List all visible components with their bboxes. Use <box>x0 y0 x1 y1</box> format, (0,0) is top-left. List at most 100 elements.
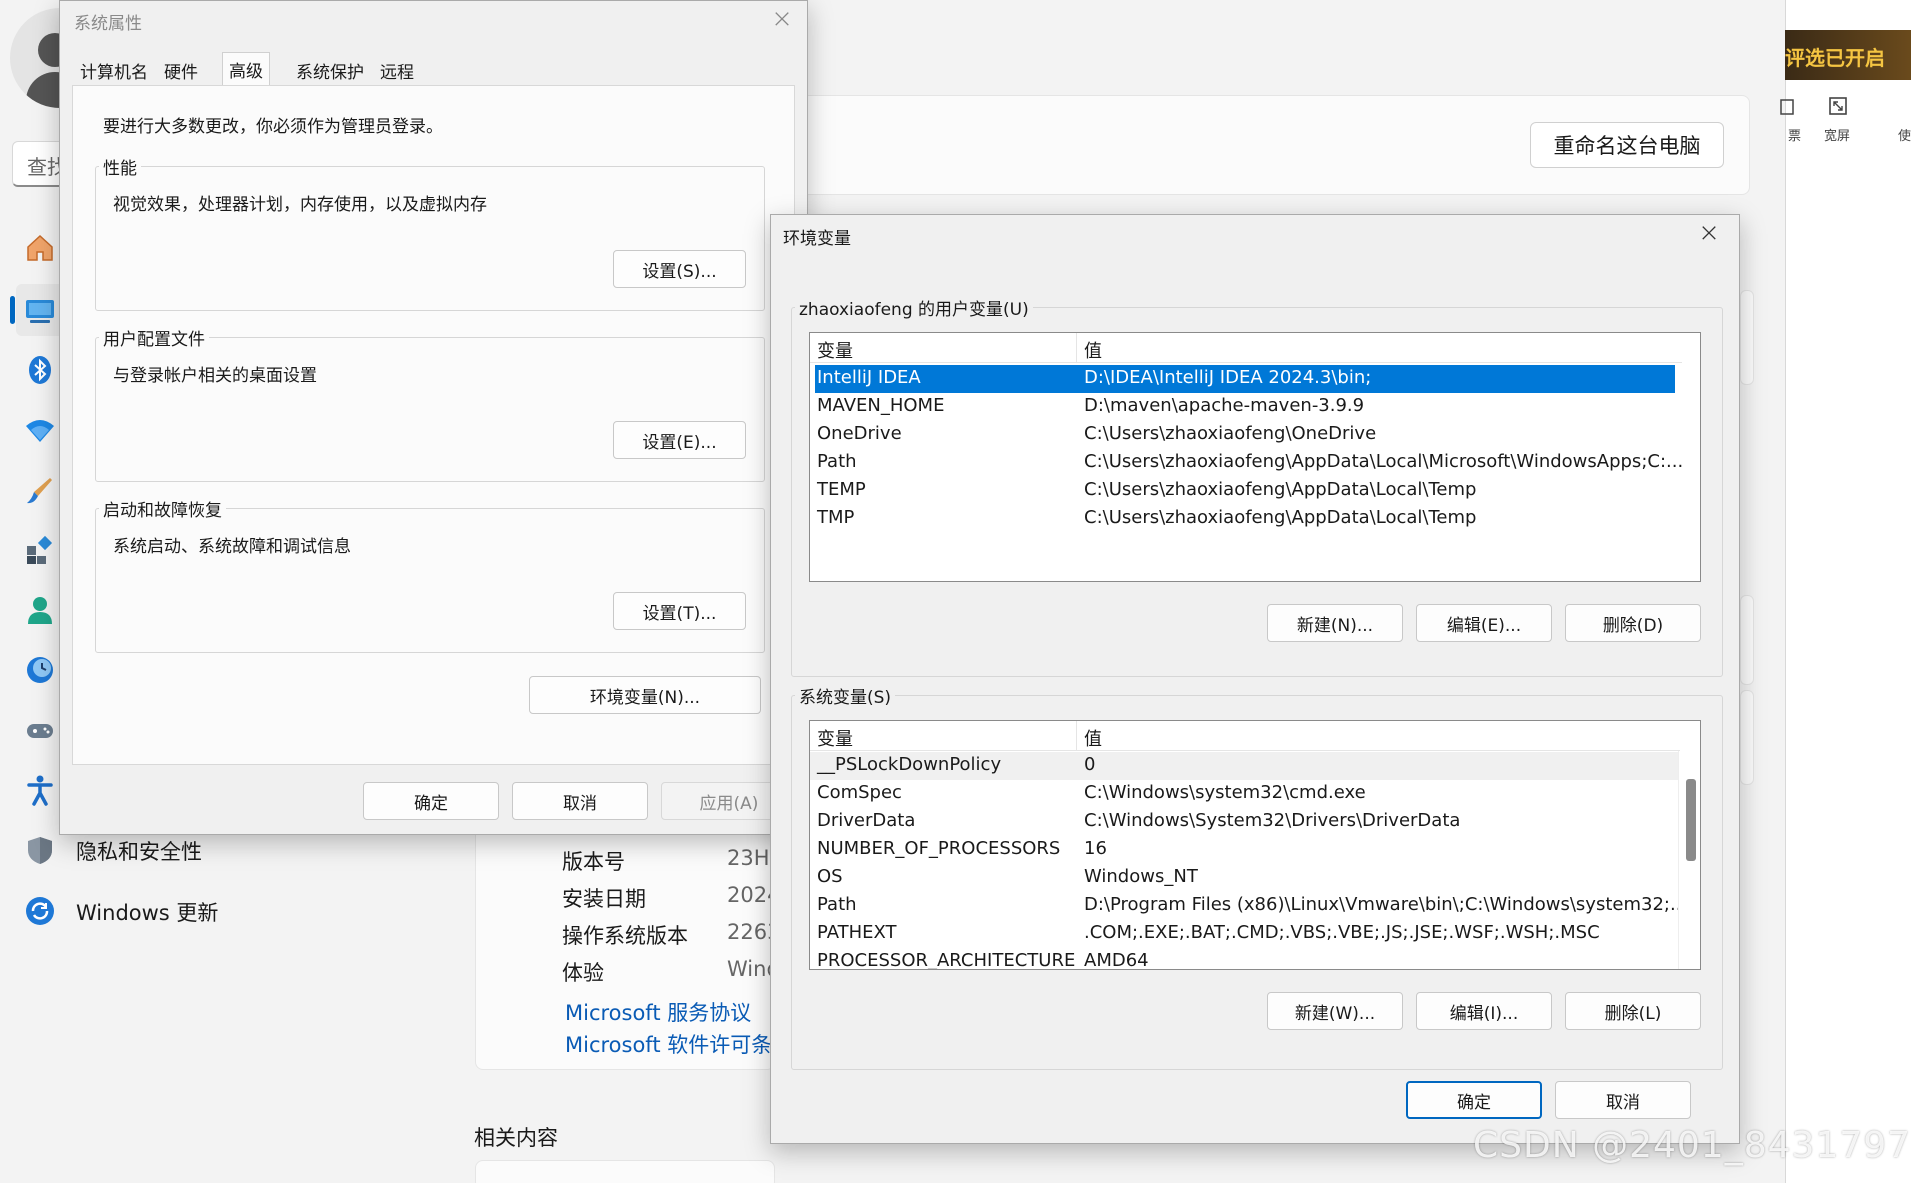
advanced-tab-page: 要进行大多数更改，你必须作为管理员登录。 性能 视觉效果，处理器计划，内存使用，… <box>72 85 795 765</box>
nav-selected-indicator <box>10 296 15 324</box>
related-content-card <box>475 1160 775 1183</box>
user-var-value: C:\Users\zhaoxiaofeng\AppData\Local\Temp <box>1084 479 1477 500</box>
ticket-icon[interactable] <box>1780 98 1794 116</box>
user-profiles-desc: 与登录帐户相关的桌面设置 <box>113 366 317 386</box>
system-var-value: D:\Program Files (x86)\Linux\Vmware\bin\… <box>1084 894 1688 915</box>
system-var-row[interactable]: OS Windows_NT <box>810 864 1678 892</box>
envdlg-title: 环境变量 <box>783 229 851 249</box>
system-col-variable[interactable]: 变量 <box>817 725 853 751</box>
user-profiles-group-label: 用户配置文件 <box>99 325 209 350</box>
time-language-icon[interactable] <box>24 654 56 686</box>
user-var-row[interactable]: Path C:\Users\zhaoxiaofeng\AppData\Local… <box>810 449 1683 477</box>
system-var-row[interactable]: PATHEXT .COM;.EXE;.BAT;.CMD;.VBS;.VBE;.J… <box>810 920 1678 948</box>
network-icon[interactable] <box>24 414 56 446</box>
tab-remote[interactable]: 远程 <box>374 54 420 86</box>
user-var-row[interactable]: TMP C:\Users\zhaoxiaofeng\AppData\Local\… <box>810 505 1682 533</box>
user-variables-label: zhaoxiaofeng 的用户变量(U) <box>795 295 1033 320</box>
sysprop-close-icon[interactable]: × <box>762 1 802 37</box>
system-var-row[interactable]: PROCESSOR_ARCHITECTURE AMD64 <box>810 948 1678 970</box>
user-delete-button[interactable]: 删除(D) <box>1565 604 1701 642</box>
promo-banner[interactable]: 评选已开启 <box>1785 30 1911 80</box>
tab-computer-name[interactable]: 计算机名 <box>74 54 154 86</box>
environment-variables-button[interactable]: 环境变量(N)... <box>529 676 761 714</box>
system-var-row[interactable]: DriverData C:\Windows\System32\Drivers\D… <box>810 808 1678 836</box>
user-var-row[interactable]: TEMP C:\Users\zhaoxiaofeng\AppData\Local… <box>810 477 1682 505</box>
system-variables-list[interactable]: 变量 值 __PSLockDownPolicy 0 ComSpec C:\Win… <box>809 720 1701 970</box>
system-var-value: .COM;.EXE;.BAT;.CMD;.VBS;.VBE;.JS;.JSE;.… <box>1084 922 1600 943</box>
system-col-value[interactable]: 值 <box>1084 725 1102 751</box>
spec-value-version: 23H2 <box>727 846 775 870</box>
sysprop-ok-button[interactable]: 确定 <box>363 782 499 820</box>
system-var-row[interactable]: ComSpec C:\Windows\system32\cmd.exe <box>810 780 1678 808</box>
performance-settings-button[interactable]: 设置(S)... <box>613 250 746 288</box>
tab-hardware[interactable]: 硬件 <box>158 54 204 86</box>
bluetooth-icon[interactable] <box>24 354 56 386</box>
envdlg-close-icon[interactable]: × <box>1689 215 1729 251</box>
gaming-icon[interactable] <box>24 714 56 746</box>
spec-label-version: 版本号 <box>562 850 625 874</box>
settings-card-edge <box>1740 290 1754 385</box>
accessibility-icon[interactable] <box>24 774 56 806</box>
system-list-scroll-thumb[interactable] <box>1686 779 1696 861</box>
spec-label-experience: 体验 <box>562 961 604 985</box>
user-col-value[interactable]: 值 <box>1084 337 1102 363</box>
user-col-variable[interactable]: 变量 <box>817 337 853 363</box>
browser-side-strip <box>1785 0 1911 1183</box>
system-variables-label: 系统变量(S) <box>795 683 896 708</box>
system-list-header: 变量 值 <box>810 721 1680 751</box>
performance-group-label: 性能 <box>99 154 141 179</box>
shield-icon[interactable] <box>24 834 56 866</box>
strip-label-widescreen: 宽屏 <box>1824 129 1851 144</box>
nav-item-windows-update[interactable]: Windows 更新 <box>76 897 218 927</box>
tab-system-protection[interactable]: 系统保护 <box>290 54 370 86</box>
system-var-row[interactable]: NUMBER_OF_PROCESSORS 16 <box>810 836 1678 864</box>
user-var-row[interactable]: OneDrive C:\Users\zhaoxiaofeng\OneDrive <box>810 421 1682 449</box>
environment-variables-dialog: 环境变量 × zhaoxiaofeng 的用户变量(U) 变量 值 Intell… <box>770 214 1740 1144</box>
user-profiles-group <box>95 337 765 482</box>
user-profiles-settings-button[interactable]: 设置(E)... <box>613 421 746 459</box>
user-var-row[interactable]: IntelliJ IDEA D:\IDEA\IntelliJ IDEA 2024… <box>815 365 1675 393</box>
envdlg-ok-button[interactable]: 确定 <box>1406 1081 1542 1119</box>
strip-label-more: 使 <box>1898 129 1911 144</box>
system-new-button[interactable]: 新建(W)... <box>1267 992 1403 1030</box>
widescreen-icon[interactable] <box>1828 96 1848 116</box>
system-delete-button[interactable]: 删除(L) <box>1565 992 1701 1030</box>
settings-card-edge <box>1740 595 1754 685</box>
user-var-name: OneDrive <box>817 423 902 444</box>
system-var-value: C:\Windows\system32\cmd.exe <box>1084 782 1366 803</box>
user-var-name: IntelliJ IDEA <box>817 367 921 388</box>
spec-value-install-date: 2024 <box>727 883 775 907</box>
user-var-value: C:\Users\zhaoxiaofeng\AppData\Local\Temp <box>1084 507 1477 528</box>
user-edit-button[interactable]: 编辑(E)... <box>1416 604 1552 642</box>
system-var-row[interactable]: __PSLockDownPolicy 0 <box>810 752 1678 780</box>
user-var-row[interactable]: MAVEN_HOME D:\maven\apache-maven-3.9.9 <box>810 393 1682 421</box>
home-icon[interactable] <box>24 232 56 264</box>
system-list-scrollbar[interactable] <box>1678 751 1700 969</box>
nav-item-privacy[interactable]: 隐私和安全性 <box>76 836 202 866</box>
system-var-name: DriverData <box>817 810 916 831</box>
personalization-icon[interactable] <box>24 474 56 506</box>
system-var-row[interactable]: Path D:\Program Files (x86)\Linux\Vmware… <box>810 892 1687 920</box>
envdlg-cancel-button[interactable]: 取消 <box>1555 1081 1691 1119</box>
tab-advanced[interactable]: 高级 <box>222 52 270 86</box>
startup-recovery-desc: 系统启动、系统故障和调试信息 <box>113 537 351 557</box>
system-var-name: __PSLockDownPolicy <box>817 754 1002 775</box>
apps-icon[interactable] <box>24 534 56 566</box>
windows-update-icon[interactable] <box>24 895 56 927</box>
sysprop-cancel-button[interactable]: 取消 <box>512 782 648 820</box>
performance-group <box>95 166 765 311</box>
system-edit-button[interactable]: 编辑(I)... <box>1416 992 1552 1030</box>
system-var-name: PROCESSOR_ARCHITECTURE <box>817 950 1076 970</box>
user-var-name: Path <box>817 451 857 472</box>
system-icon[interactable] <box>24 294 56 326</box>
ms-services-agreement-link[interactable]: Microsoft 服务协议 <box>565 997 775 1027</box>
user-new-button[interactable]: 新建(N)... <box>1267 604 1403 642</box>
rename-pc-button[interactable]: 重命名这台电脑 <box>1530 122 1724 168</box>
user-variables-list[interactable]: 变量 值 IntelliJ IDEA D:\IDEA\IntelliJ IDEA… <box>809 332 1701 582</box>
user-var-value: D:\maven\apache-maven-3.9.9 <box>1084 395 1365 416</box>
system-var-name: PATHEXT <box>817 922 897 943</box>
ms-license-terms-link[interactable]: Microsoft 软件许可条款 <box>565 1029 775 1059</box>
accounts-icon[interactable] <box>24 594 56 626</box>
system-var-name: ComSpec <box>817 782 902 803</box>
startup-recovery-settings-button[interactable]: 设置(T)... <box>613 592 746 630</box>
